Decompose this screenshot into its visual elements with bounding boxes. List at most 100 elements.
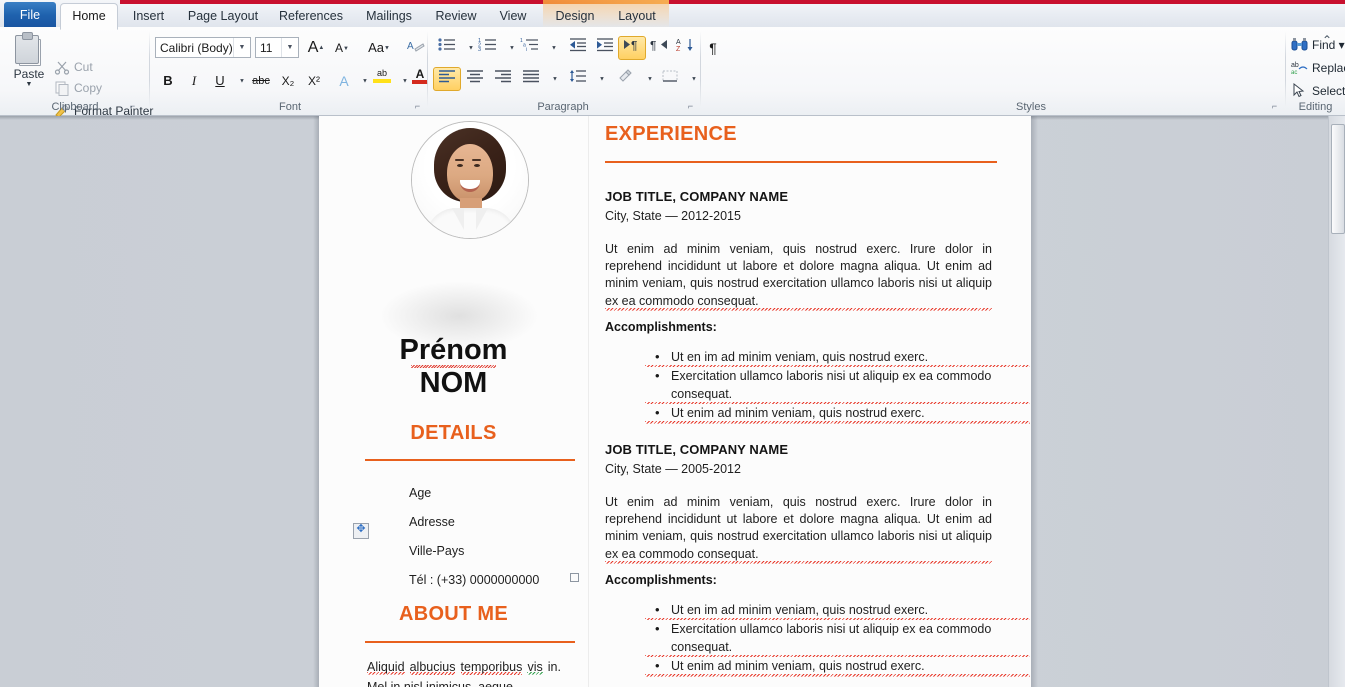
- ribbon-group-editing: Find ▾ abac Replace Select ▾ Editing: [1286, 27, 1345, 115]
- list-item: Exercitation ullamco laboris nisi ut ali…: [645, 620, 1030, 658]
- tab-layout[interactable]: Layout: [607, 4, 667, 28]
- svg-text:¶: ¶: [631, 39, 637, 53]
- copy-button[interactable]: Copy: [52, 78, 102, 98]
- cursor-arrow-icon: [1291, 82, 1308, 99]
- line-spacing-dropdown-arrow[interactable]: ▼: [590, 67, 614, 91]
- text-highlight-button[interactable]: ab: [369, 67, 395, 91]
- italic-button[interactable]: I: [181, 69, 207, 93]
- scrollbar-thumb[interactable]: [1331, 124, 1345, 234]
- bold-button[interactable]: B: [155, 69, 181, 93]
- align-right-button[interactable]: [489, 67, 517, 91]
- tab-view[interactable]: View: [487, 4, 539, 28]
- font-group-label: Font: [278, 101, 301, 113]
- svg-text:A: A: [407, 41, 414, 52]
- text-effects-glyph: A: [339, 73, 349, 89]
- shading-button[interactable]: [612, 67, 640, 91]
- paragraph-dialog-launcher[interactable]: ⌐: [685, 101, 696, 112]
- font-size-combo[interactable]: 11 ▼: [255, 37, 299, 58]
- tab-file[interactable]: File: [4, 2, 56, 28]
- italic-glyph: I: [191, 73, 197, 88]
- list-item: Exercitation ullamco laboris nisi ut ali…: [645, 367, 1030, 405]
- font-name-combo[interactable]: Calibri (Body) ▼: [155, 37, 251, 58]
- font-dialog-launcher[interactable]: ⌐: [412, 101, 423, 112]
- change-case-button[interactable]: Aa▼: [360, 36, 398, 60]
- strikethrough-button[interactable]: abc: [247, 69, 275, 93]
- clear-formatting-button[interactable]: A: [403, 36, 429, 60]
- tab-mailings[interactable]: Mailings: [353, 4, 425, 28]
- ribbon-group-styles: AaBbCcDc ¶ Normal AaBbCcDc ¶ No Spaci...…: [701, 27, 1286, 115]
- ribbon-group-paragraph: ▼ 123 ▼ 1ai ▼ ¶ ¶ AZ ¶ ▼ ▼ ▼ ▼ Paragraph…: [428, 27, 717, 115]
- grow-font-glyph: A: [307, 39, 319, 57]
- select-button[interactable]: Select ▾: [1290, 81, 1345, 101]
- experience-divider: [605, 161, 997, 163]
- align-center-button[interactable]: [461, 67, 489, 91]
- find-button[interactable]: Find ▾: [1290, 35, 1345, 55]
- about-me-heading: ABOUT ME: [398, 603, 509, 625]
- replace-button[interactable]: abac Replace: [1290, 58, 1345, 78]
- shrink-font-glyph: A: [335, 41, 344, 55]
- paragraph-group-label: Paragraph: [537, 101, 589, 113]
- tab-insert[interactable]: Insert: [120, 4, 177, 28]
- about-me-divider: [365, 641, 575, 643]
- cut-button[interactable]: Cut: [52, 57, 93, 77]
- cut-label: Cut: [74, 60, 93, 74]
- font-size-value: 11: [260, 41, 273, 55]
- sort-button[interactable]: AZ: [673, 36, 699, 60]
- numbering-button[interactable]: 123: [474, 36, 502, 60]
- tab-references[interactable]: References: [269, 4, 353, 28]
- styles-dialog-launcher[interactable]: ⌐: [1269, 101, 1280, 112]
- replace-label: Replace: [1312, 61, 1345, 75]
- resume-first-name: Prénom: [399, 334, 508, 366]
- line-spacing-button[interactable]: [564, 67, 592, 91]
- grow-font-button[interactable]: A▲: [303, 36, 329, 60]
- table-move-handle-icon[interactable]: [353, 522, 369, 539]
- clipboard-dialog-launcher[interactable]: ⌐: [127, 101, 138, 112]
- job-title-2: JOB TITLE, COMPANY NAME: [605, 442, 789, 457]
- clipboard-icon: [15, 32, 43, 67]
- job-subtitle-2: City, State — 2005-2012: [605, 462, 741, 476]
- tab-home[interactable]: Home: [60, 3, 118, 30]
- shrink-font-button[interactable]: A▼: [329, 36, 355, 60]
- accomplishments-list-2: Ut en im ad minim veniam, quis nostrud e…: [605, 601, 1030, 678]
- ltr-text-direction-button[interactable]: ¶: [618, 36, 646, 60]
- font-size-dropdown-arrow[interactable]: ▼: [281, 38, 298, 57]
- justify-button[interactable]: [517, 67, 545, 91]
- font-name-dropdown-arrow[interactable]: ▼: [233, 38, 250, 57]
- detail-item-age: Age: [409, 486, 432, 500]
- details-divider: [365, 459, 575, 461]
- borders-button[interactable]: [656, 67, 684, 91]
- styles-group-label: Styles: [1016, 101, 1046, 113]
- paste-button[interactable]: Paste ▼: [6, 31, 52, 99]
- job-title-1: JOB TITLE, COMPANY NAME: [605, 189, 789, 204]
- multilevel-dropdown-arrow[interactable]: ▼: [542, 36, 566, 60]
- about-word-1: Aliquid: [367, 660, 405, 675]
- profile-photo[interactable]: [411, 121, 529, 239]
- document-page[interactable]: Prénom NOM DETAILS Age Adresse Ville-Pay…: [313, 116, 1038, 687]
- word-application-window: File Home Insert Page Layout References …: [0, 0, 1345, 687]
- replace-icon: ab ac: [1291, 60, 1308, 76]
- multilevel-list-button[interactable]: 1ai: [516, 36, 544, 60]
- about-me-text: Aliquid albucius temporibus vis in. Mel …: [367, 657, 561, 687]
- job-body-2: Ut enim ad minim veniam, quis nostrud ex…: [605, 494, 992, 564]
- tab-design[interactable]: Design: [543, 4, 607, 28]
- svg-text:ac: ac: [1291, 70, 1297, 75]
- decrease-indent-button[interactable]: [564, 36, 592, 60]
- document-workspace[interactable]: Prénom NOM DETAILS Age Adresse Ville-Pay…: [0, 116, 1345, 687]
- copy-icon: [54, 80, 70, 96]
- align-left-button[interactable]: [433, 67, 461, 91]
- paste-dropdown-arrow[interactable]: ▼: [7, 81, 51, 88]
- experience-heading: EXPERIENCE: [605, 123, 737, 145]
- tab-page-layout[interactable]: Page Layout: [177, 4, 269, 28]
- accomplishments-label-2: Accomplishments:: [605, 573, 717, 587]
- subscript-button[interactable]: X₂: [275, 69, 301, 93]
- increase-indent-button[interactable]: [591, 36, 619, 60]
- superscript-button[interactable]: X²: [301, 69, 327, 93]
- resume-right-column: EXPERIENCE JOB TITLE, COMPANY NAME City,…: [605, 116, 1030, 687]
- table-resize-handle-icon[interactable]: [570, 573, 579, 582]
- rtl-text-direction-button[interactable]: ¶: [645, 36, 673, 60]
- editing-group-label: Editing: [1298, 101, 1333, 113]
- bullets-button[interactable]: [433, 36, 461, 60]
- vertical-scrollbar[interactable]: [1328, 116, 1345, 687]
- tab-review[interactable]: Review: [425, 4, 487, 28]
- list-item: Ut enim ad minim veniam, quis nostrud ex…: [645, 657, 1030, 677]
